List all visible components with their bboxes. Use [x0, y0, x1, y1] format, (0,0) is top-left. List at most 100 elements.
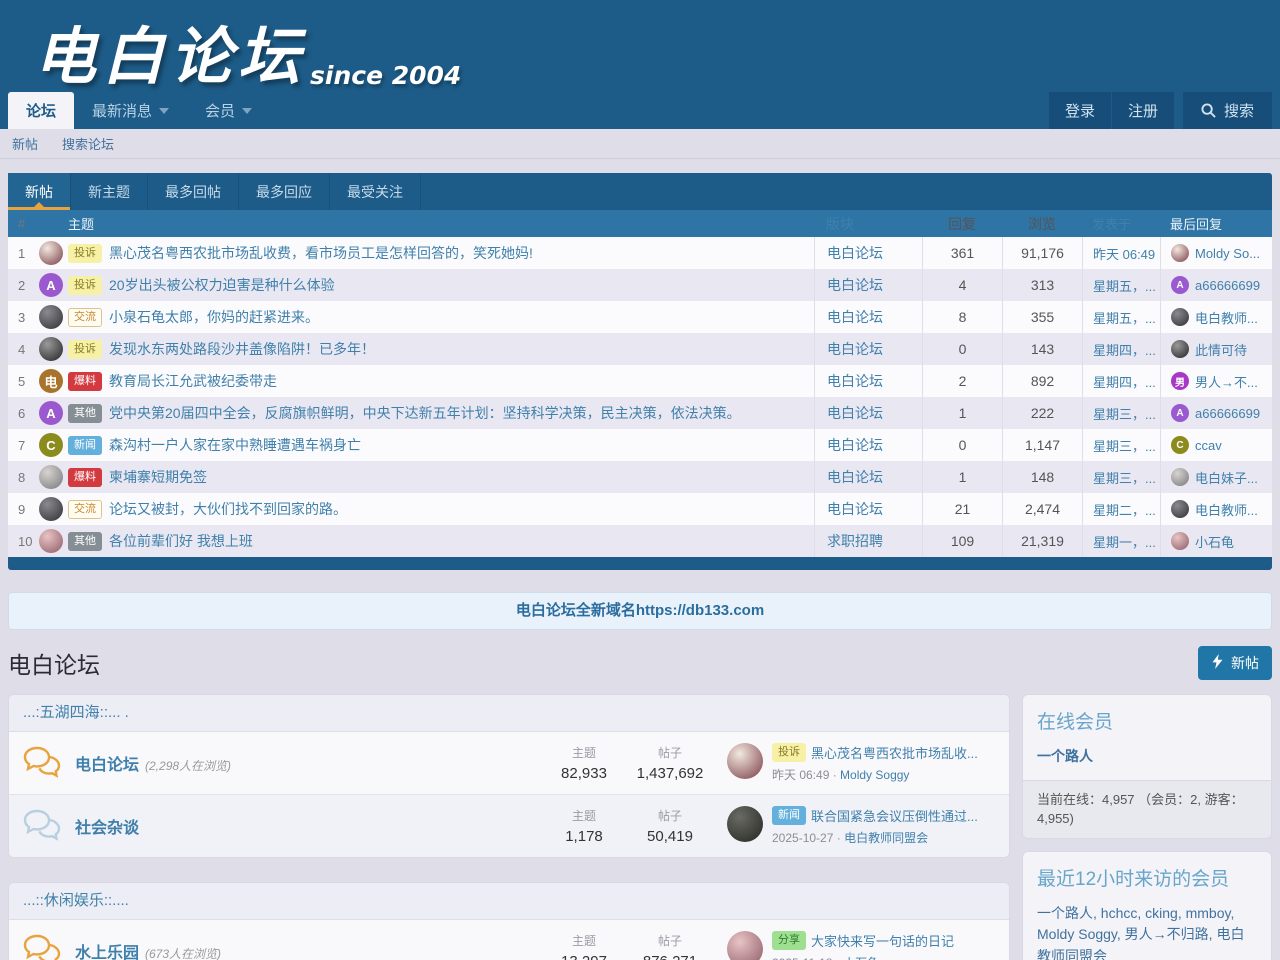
forum-link[interactable]: 电白论坛 — [827, 467, 883, 487]
avatar[interactable]: A — [39, 273, 63, 297]
forum-link[interactable]: 电白论坛 — [827, 371, 883, 391]
nav-item-news[interactable]: 最新消息 — [74, 92, 187, 129]
nav-item-members[interactable]: 会员 — [187, 92, 270, 129]
login-button[interactable]: 登录 — [1049, 92, 1111, 129]
subnav-search-forum[interactable]: 搜索论坛 — [62, 134, 114, 153]
topic-title-link[interactable]: 各位前辈们好 我想上班 — [109, 531, 253, 551]
last-reply-user-link[interactable]: 电白教师... — [1195, 500, 1258, 519]
avatar[interactable] — [39, 241, 63, 265]
latest-post-link[interactable]: 联合国紧急会议压倒性通过... — [811, 806, 978, 825]
register-button[interactable]: 注册 — [1112, 92, 1174, 129]
avatar[interactable] — [1171, 468, 1189, 486]
last-reply-user-link[interactable]: Moldy So... — [1195, 246, 1260, 261]
new-post-button[interactable]: 新帖 — [1198, 646, 1272, 680]
avatar[interactable]: C — [1171, 436, 1189, 454]
latest-post-user-link[interactable]: Moldy Soggy — [840, 768, 909, 782]
avatar[interactable] — [39, 529, 63, 553]
posted-time-link[interactable]: 星期五，... — [1093, 276, 1156, 295]
posted-time-link[interactable]: 星期四，... — [1093, 372, 1156, 391]
online-members-title: 在线会员 — [1023, 695, 1271, 744]
main-nav: 论坛 最新消息 会员 登录 注册 搜索 — [8, 92, 1272, 129]
subnav-new-posts[interactable]: 新帖 — [12, 134, 38, 153]
posted-time-link[interactable]: 星期一，... — [1093, 532, 1156, 551]
topic-badge: 其他 — [68, 404, 102, 423]
forum-link[interactable]: 电白论坛 — [827, 499, 883, 519]
avatar[interactable] — [727, 743, 763, 779]
topic-title-link[interactable]: 黑心茂名粤西农批市场乱收费，看市场员工是怎样回答的，笑死她妈! — [109, 243, 533, 263]
posted-time-link[interactable]: 星期五，... — [1093, 308, 1156, 327]
last-reply-user-link[interactable]: 电白妹子... — [1195, 468, 1258, 487]
tab-new-threads[interactable]: 新主题 — [71, 173, 148, 210]
posted-time-link[interactable]: 星期三，... — [1093, 468, 1156, 487]
main-content: 新帖 新主题 最多回帖 最多回应 最受关注 # 主题 版块 回复 浏览 发表于 … — [0, 159, 1280, 960]
replies-count: 0 — [922, 333, 1002, 365]
avatar[interactable] — [1171, 308, 1189, 326]
last-reply-user-link[interactable]: ccav — [1195, 438, 1222, 453]
category-title[interactable]: ...:五湖四海::... . — [9, 695, 1009, 732]
last-reply-user-link[interactable]: 电白教师... — [1195, 308, 1258, 327]
avatar[interactable] — [1171, 340, 1189, 358]
tab-new-posts[interactable]: 新帖 — [8, 173, 71, 210]
last-reply-user-link[interactable]: 男人→不... — [1195, 372, 1258, 391]
tab-most-replies[interactable]: 最多回帖 — [148, 173, 239, 210]
avatar[interactable]: C — [39, 433, 63, 457]
topic-title-link[interactable]: 20岁出头被公权力迫害是种什么体验 — [109, 275, 335, 295]
topic-title-link[interactable]: 小泉石龟太郎，你妈的赶紧进来。 — [109, 307, 319, 327]
posted-time-link[interactable]: 星期三，... — [1093, 404, 1156, 423]
posted-time-link[interactable]: 星期三，... — [1093, 436, 1156, 455]
avatar[interactable]: A — [1171, 404, 1189, 422]
topic-title-link[interactable]: 党中央第20届四中全会，反腐旗帜鲜明，中央下达新五年计划：坚持科学决策，民主决策… — [109, 403, 741, 423]
avatar[interactable] — [727, 931, 763, 960]
avatar[interactable]: A — [1171, 276, 1189, 294]
forum-link[interactable]: 电白论坛 — [827, 307, 883, 327]
topic-title-link[interactable]: 柬埔寨短期免签 — [109, 467, 207, 487]
topic-title-link[interactable]: 论坛又被封，大伙们找不到回家的路。 — [109, 499, 347, 519]
avatar[interactable] — [39, 337, 63, 361]
last-reply-user-link[interactable]: 小石龟 — [1195, 532, 1234, 551]
latest-post-link[interactable]: 黑心茂名粤西农批市场乱收... — [811, 743, 978, 762]
avatar[interactable] — [1171, 244, 1189, 262]
recent-visitors-list[interactable]: 一个路人, hchcc, cking, mmboy, Moldy Soggy, … — [1023, 901, 1271, 960]
avatar[interactable] — [1171, 500, 1189, 518]
posted-time-link[interactable]: 星期二，... — [1093, 500, 1156, 519]
topic-title-link[interactable]: 发现水东两处路段沙井盖像陷阱！已多年！ — [109, 339, 375, 359]
latest-post-link[interactable]: 大家快来写一句话的日记 — [811, 931, 954, 950]
posted-time-link[interactable]: 星期四，... — [1093, 340, 1156, 359]
avatar[interactable]: 男 — [1171, 372, 1189, 390]
nav-item-forum[interactable]: 论坛 — [8, 92, 74, 129]
row-number: 2 — [8, 278, 34, 293]
tab-most-reactions[interactable]: 最多回应 — [239, 173, 330, 210]
last-reply-user-link[interactable]: 此情可待 — [1195, 340, 1247, 359]
forum-link[interactable]: 电白论坛 — [827, 275, 883, 295]
forum-name-link[interactable]: 电白论坛 — [75, 751, 139, 775]
forum-link[interactable]: 求职招聘 — [827, 531, 883, 551]
topic-title-link[interactable]: 教育局长江允武被纪委带走 — [109, 371, 277, 391]
table-row: 2 A 投诉20岁出头被公权力迫害是种什么体验 电白论坛 4 313 星期五，.… — [8, 269, 1272, 301]
forum-name-link[interactable]: 水上乐园 — [75, 939, 139, 960]
avatar[interactable]: 电 — [39, 369, 63, 393]
search-button[interactable]: 搜索 — [1183, 92, 1272, 129]
topic-title-link[interactable]: 森沟村一户人家在家中熟睡遭遇车祸身亡 — [109, 435, 361, 455]
forum-link[interactable]: 电白论坛 — [827, 243, 883, 263]
avatar[interactable] — [1171, 532, 1189, 550]
avatar[interactable] — [39, 465, 63, 489]
latest-post-user-link[interactable]: 电白教师同盟会 — [844, 831, 928, 845]
forum-name-link[interactable]: 社会杂谈 — [75, 814, 139, 838]
table-row: 5 电 爆料教育局长江允武被纪委带走 电白论坛 2 892 星期四，... 男男… — [8, 365, 1272, 397]
last-reply-user-link[interactable]: a66666699 — [1195, 406, 1260, 421]
forum-link[interactable]: 电白论坛 — [827, 403, 883, 423]
posted-time-link[interactable]: 昨天 06:49 — [1093, 244, 1155, 263]
notice-banner[interactable]: 电白论坛全新域名https://db133.com — [8, 592, 1272, 630]
category-title[interactable]: ...::休闲娱乐::.... — [9, 883, 1009, 920]
avatar[interactable] — [39, 497, 63, 521]
avatar[interactable] — [39, 305, 63, 329]
latest-post-user-link[interactable]: 小石龟 — [843, 956, 879, 960]
avatar[interactable] — [727, 806, 763, 842]
forum-link[interactable]: 电白论坛 — [827, 339, 883, 359]
last-reply-user-link[interactable]: a66666699 — [1195, 278, 1260, 293]
forum-link[interactable]: 电白论坛 — [827, 435, 883, 455]
online-member-link[interactable]: 一个路人 — [1037, 748, 1093, 764]
tab-most-watched[interactable]: 最受关注 — [330, 173, 421, 210]
views-count: 2,474 — [1002, 493, 1082, 525]
avatar[interactable]: A — [39, 401, 63, 425]
